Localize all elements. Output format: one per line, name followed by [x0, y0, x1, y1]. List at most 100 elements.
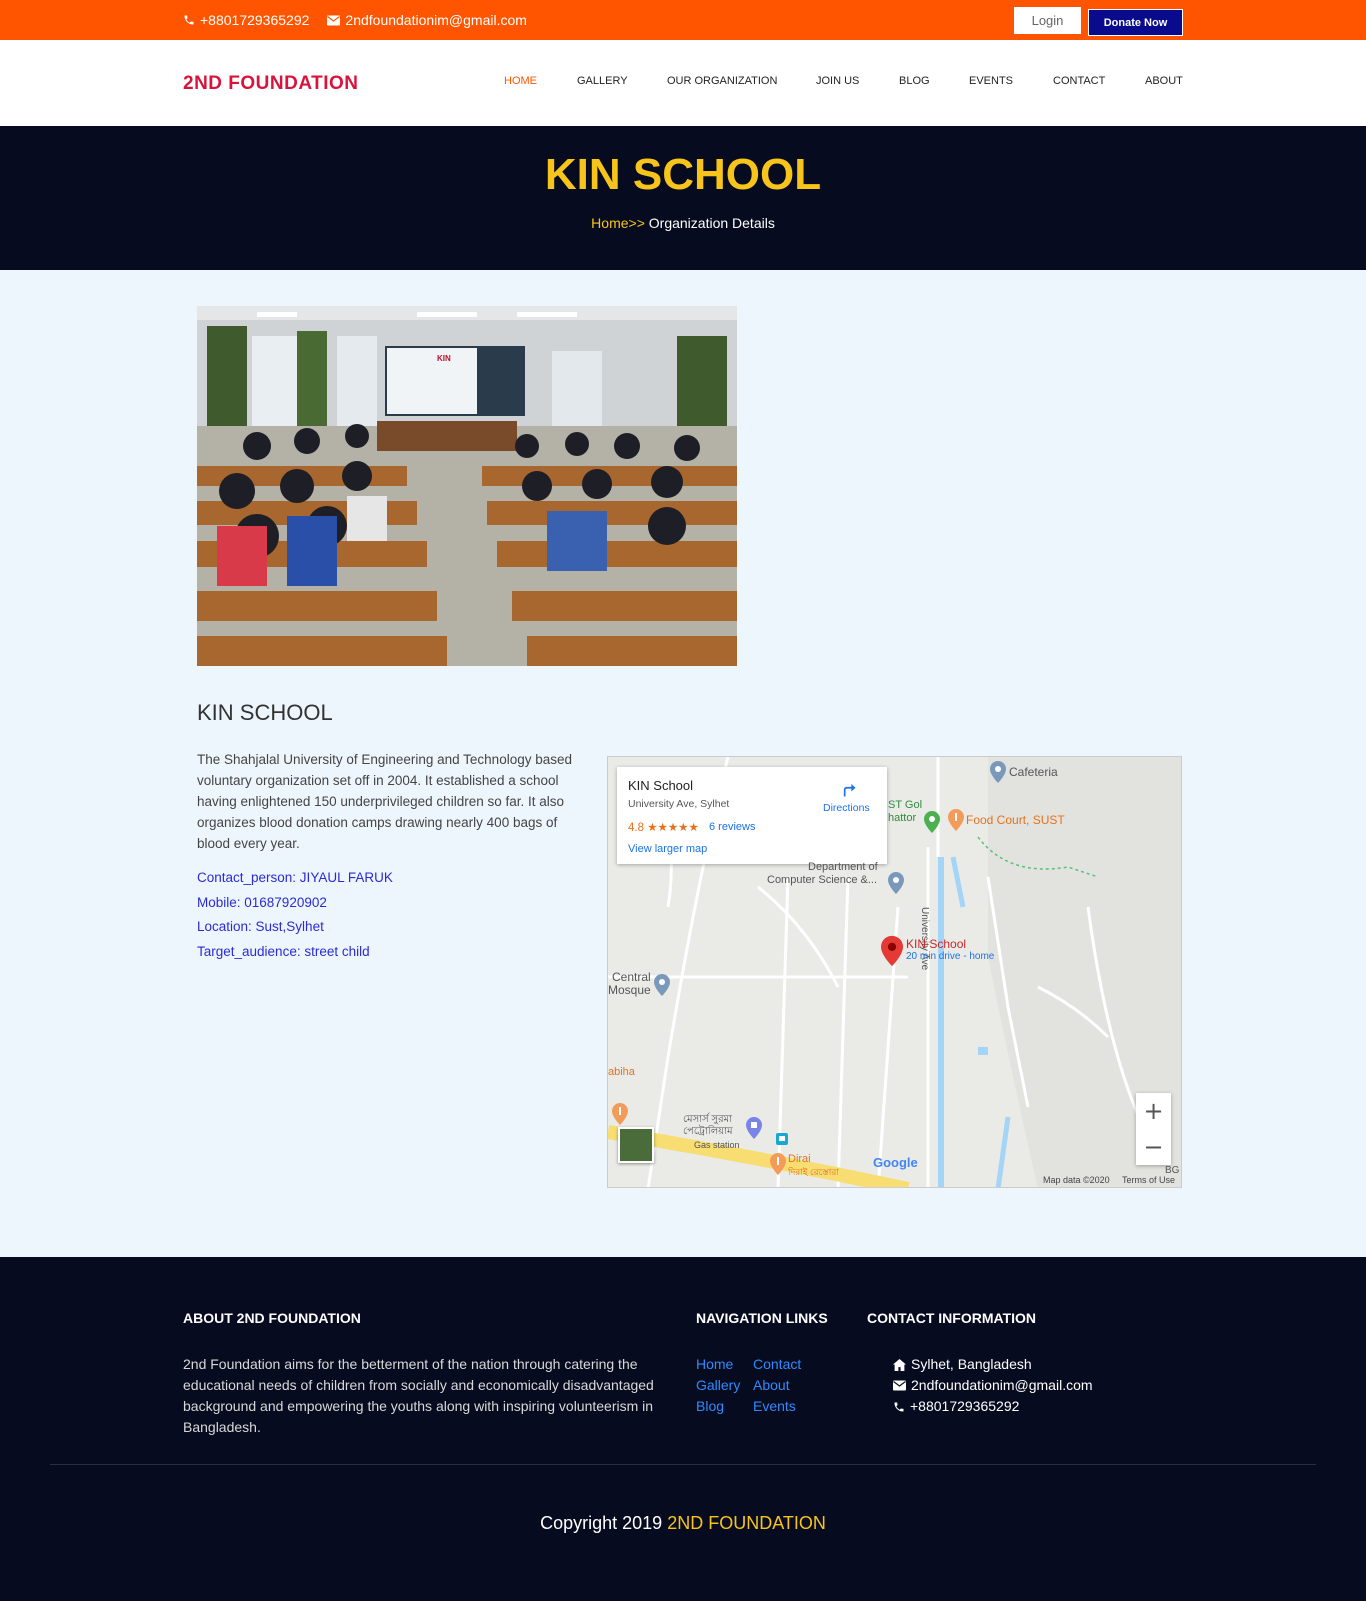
restaurant-pin-icon	[770, 1153, 786, 1175]
zoom-in-button[interactable]: +	[1136, 1093, 1171, 1129]
top-phone-text: +8801729365292	[200, 12, 310, 28]
top-contact: +8801729365292 2ndfoundationim@gmail.com	[183, 12, 527, 28]
top-email[interactable]: 2ndfoundationim@gmail.com	[327, 12, 527, 28]
map-label-dept-1: Department of	[808, 861, 878, 873]
map-label-food-court: Food Court, SUST	[966, 813, 1065, 827]
copyright: Copyright 2019 2ND FOUNDATION	[0, 1513, 1366, 1534]
site-footer: ABOUT 2ND FOUNDATION 2nd Foundation aims…	[0, 1257, 1366, 1601]
organization-photo: KIN	[197, 306, 737, 666]
map-data-credit: Map data ©2020	[1043, 1175, 1110, 1185]
copyright-text: Copyright 2019	[540, 1513, 663, 1533]
map-rating: 4.8 ★★★★★	[628, 820, 699, 834]
footer-divider	[50, 1464, 1316, 1465]
breadcrumb-current: Organization Details	[648, 215, 775, 231]
map-label-mosque-2: Mosque	[608, 983, 651, 997]
nav-contact[interactable]: CONTACT	[1053, 75, 1105, 87]
map-label-st-gol: ST Gol	[888, 799, 923, 811]
top-phone[interactable]: +8801729365292	[183, 12, 309, 28]
footer-phone: +8801729365292	[893, 1396, 1093, 1417]
zoom-out-button[interactable]: −	[1136, 1129, 1171, 1165]
footer-link-events[interactable]: Events	[753, 1396, 801, 1417]
copyright-brand: 2ND FOUNDATION	[667, 1513, 826, 1533]
page-title: KIN SCHOOL	[544, 150, 822, 199]
site-header: 2ND FOUNDATION HOME GALLERY OUR ORGANIZA…	[0, 40, 1366, 126]
map-label-gas-station: Gas station	[694, 1140, 740, 1150]
map-reviews-link[interactable]: 6 reviews	[709, 821, 755, 833]
map-pin-name: KIN School	[906, 937, 967, 951]
phone-icon	[894, 1402, 904, 1411]
donate-now-button[interactable]: Donate Now	[1088, 9, 1183, 36]
map-info-card: KIN School University Ave, Sylhet 4.8 ★★…	[617, 767, 887, 864]
map-place-address: University Ave, Sylhet	[628, 798, 730, 810]
page-hero: KIN SCHOOL Home>> Organization Details	[0, 126, 1366, 270]
park-pin-icon	[924, 811, 940, 833]
nav-about[interactable]: ABOUT	[1145, 75, 1183, 87]
nav-blog[interactable]: BLOG	[899, 75, 930, 87]
footer-contact-info: Sylhet, Bangladesh 2ndfoundationim@gmail…	[893, 1354, 1093, 1417]
footer-address-text: Sylhet, Bangladesh	[911, 1356, 1032, 1372]
top-email-text: 2ndfoundationim@gmail.com	[345, 12, 527, 28]
home-icon	[893, 1358, 906, 1371]
footer-email: 2ndfoundationim@gmail.com	[893, 1375, 1093, 1396]
restaurant-pin-icon	[948, 809, 964, 831]
map-zoom-controls: + −	[1136, 1093, 1171, 1165]
location-pin-icon	[881, 935, 903, 967]
map-terms-link[interactable]: Terms of Use	[1122, 1175, 1175, 1185]
nav-join-us[interactable]: JOIN US	[816, 75, 859, 87]
restaurant-pin-icon	[612, 1103, 628, 1125]
directions-icon[interactable]	[838, 779, 858, 799]
top-bar: +8801729365292 2ndfoundationim@gmail.com…	[0, 0, 1366, 40]
footer-link-gallery[interactable]: Gallery	[696, 1375, 753, 1396]
contact-person: Contact_person: JIYAUL FARUK	[197, 870, 393, 885]
footer-nav-heading: NAVIGATION LINKS	[696, 1310, 828, 1326]
footer-address: Sylhet, Bangladesh	[893, 1354, 1093, 1375]
view-larger-map-link[interactable]: View larger map	[628, 843, 707, 855]
mobile: Mobile: 01687920902	[197, 894, 327, 910]
location: Location: Sust,Sylhet	[197, 919, 324, 934]
star-rating-icon: ★★★★★	[647, 822, 699, 834]
envelope-icon	[893, 1380, 906, 1391]
school-pin-icon	[888, 872, 904, 894]
organization-description: The Shahjalal University of Engineering …	[197, 752, 572, 851]
footer-link-blog[interactable]: Blog	[696, 1396, 753, 1417]
envelope-icon	[327, 15, 341, 25]
nav-home[interactable]: HOME	[504, 75, 537, 87]
nav-our-organization[interactable]: OUR ORGANIZATION	[667, 75, 777, 87]
mosque-pin-icon	[654, 974, 670, 996]
classroom-image: KIN	[197, 306, 737, 666]
footer-link-contact[interactable]: Contact	[753, 1354, 801, 1375]
footer-about-text: 2nd Foundation aims for the betterment o…	[183, 1356, 654, 1435]
map-place-name: KIN School	[628, 778, 694, 793]
satellite-toggle[interactable]	[618, 1127, 654, 1163]
login-button[interactable]: Login	[1014, 7, 1081, 34]
gas-station-pin-icon	[746, 1117, 762, 1139]
bus-stop-icon	[776, 1133, 788, 1145]
nav-events[interactable]: EVENTS	[969, 75, 1013, 87]
footer-phone-text: +8801729365292	[910, 1398, 1020, 1414]
footer-link-about[interactable]: About	[753, 1375, 801, 1396]
footer-contact-heading: CONTACT INFORMATION	[867, 1310, 1037, 1326]
map-label-cafeteria: Cafeteria	[1009, 765, 1058, 779]
breadcrumb-home[interactable]: Home>>	[591, 215, 645, 231]
map-label-mosque-1: Central	[612, 970, 651, 984]
map-label-chattor: hattor	[888, 812, 917, 824]
nav-gallery[interactable]: GALLERY	[577, 75, 628, 87]
organization-info: Contact_person: JIYAUL FARUK Mobile: 016…	[197, 866, 393, 964]
google-logo: Google	[873, 1155, 918, 1170]
google-logo-text: Google	[873, 1155, 918, 1170]
phone-icon	[184, 15, 194, 25]
footer-link-home[interactable]: Home	[696, 1354, 753, 1375]
cafeteria-pin-icon	[990, 761, 1006, 783]
breadcrumb: Home>> Organization Details	[0, 215, 1366, 231]
footer-about-heading: ABOUT 2ND FOUNDATION	[183, 1310, 361, 1326]
location-map[interactable]: KIN School University Ave, Sylhet 4.8 ★★…	[607, 756, 1182, 1188]
map-pin-subtitle: 20 min drive - home	[906, 951, 995, 962]
organization-name: KIN SCHOOL	[197, 700, 333, 725]
footer-nav-links: Home Contact Gallery About Blog Events	[696, 1354, 801, 1417]
footer-email-text: 2ndfoundationim@gmail.com	[911, 1377, 1093, 1393]
directions-link[interactable]: Directions	[823, 802, 870, 814]
photo-banner-text: KIN	[437, 354, 451, 363]
map-label-dirai-bn: দিরাই রেস্তোরা	[788, 1167, 839, 1177]
map-label-dirai: Dirai	[788, 1153, 811, 1165]
map-label-dept-2: Computer Science &...	[767, 874, 878, 886]
